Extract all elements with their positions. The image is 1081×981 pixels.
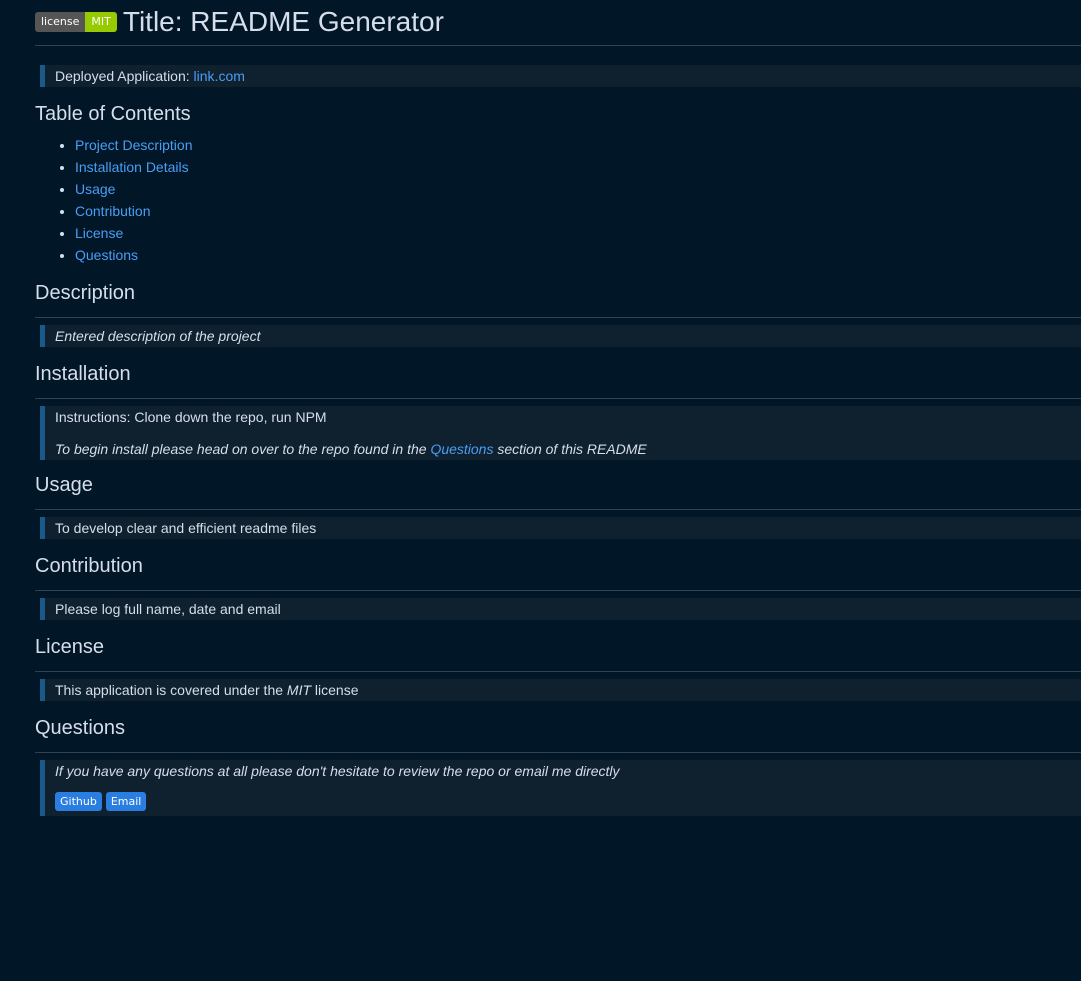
toc-item: Questions <box>75 244 1081 266</box>
description-quote: Entered description of the project <box>40 325 1081 347</box>
installation-instructions: Instructions: Clone down the repo, run N… <box>55 409 327 425</box>
deployed-quote: Deployed Application: link.com <box>40 65 1081 87</box>
installation-note-end: section of this README <box>493 441 647 457</box>
license-heading: License <box>35 635 1081 672</box>
installation-heading: Installation <box>35 362 1081 399</box>
toc-link-description[interactable]: Project Description <box>75 137 193 153</box>
contribution-text: Please log full name, date and email <box>55 601 281 617</box>
toc-item: Installation Details <box>75 156 1081 178</box>
questions-heading: Questions <box>35 716 1081 753</box>
toc-link-installation[interactable]: Installation Details <box>75 159 189 175</box>
email-button[interactable]: Email <box>105 792 147 811</box>
toc-link-contribution[interactable]: Contribution <box>75 203 151 219</box>
toc-item: Contribution <box>75 200 1081 222</box>
deployed-link[interactable]: link.com <box>194 68 245 84</box>
toc-item: Project Description <box>75 134 1081 156</box>
questions-quote: If you have any questions at all please … <box>40 760 1081 816</box>
license-text-start: This application is covered under the <box>55 682 287 698</box>
installation-quote: Instructions: Clone down the repo, run N… <box>40 406 1081 460</box>
installation-note-start: To begin install please head on over to … <box>55 441 431 457</box>
license-badge-value: MIT <box>85 11 117 32</box>
license-text-end: license <box>311 682 359 698</box>
deployed-label: Deployed Application: <box>55 68 194 84</box>
license-quote: This application is covered under the MI… <box>40 679 1081 701</box>
readme-document: license MIT Title: README Generator Depl… <box>0 0 1081 816</box>
contribution-heading: Contribution <box>35 554 1081 591</box>
license-badge-label: license <box>35 11 86 32</box>
toc-link-license[interactable]: License <box>75 225 123 241</box>
description-heading: Description <box>35 281 1081 318</box>
usage-heading: Usage <box>35 473 1081 510</box>
toc-link-questions[interactable]: Questions <box>75 247 138 263</box>
usage-text: To develop clear and efficient readme fi… <box>55 520 317 536</box>
toc-link-usage[interactable]: Usage <box>75 181 115 197</box>
page-title: Title: README Generator <box>122 5 444 37</box>
license-name: MIT <box>286 682 312 698</box>
title-row: license MIT Title: README Generator <box>35 0 1081 46</box>
usage-quote: To develop clear and efficient readme fi… <box>40 517 1081 539</box>
contribution-quote: Please log full name, date and email <box>40 598 1081 620</box>
questions-text: If you have any questions at all please … <box>55 763 620 779</box>
toc-heading: Table of Contents <box>35 103 191 125</box>
github-button[interactable]: Github <box>55 792 102 811</box>
license-badge[interactable]: license MIT <box>35 11 117 32</box>
toc-item: License <box>75 222 1081 244</box>
table-of-contents: Project Description Installation Details… <box>35 134 1081 266</box>
questions-section-link[interactable]: Questions <box>430 441 493 457</box>
toc-item: Usage <box>75 178 1081 200</box>
description-text: Entered description of the project <box>55 328 261 344</box>
